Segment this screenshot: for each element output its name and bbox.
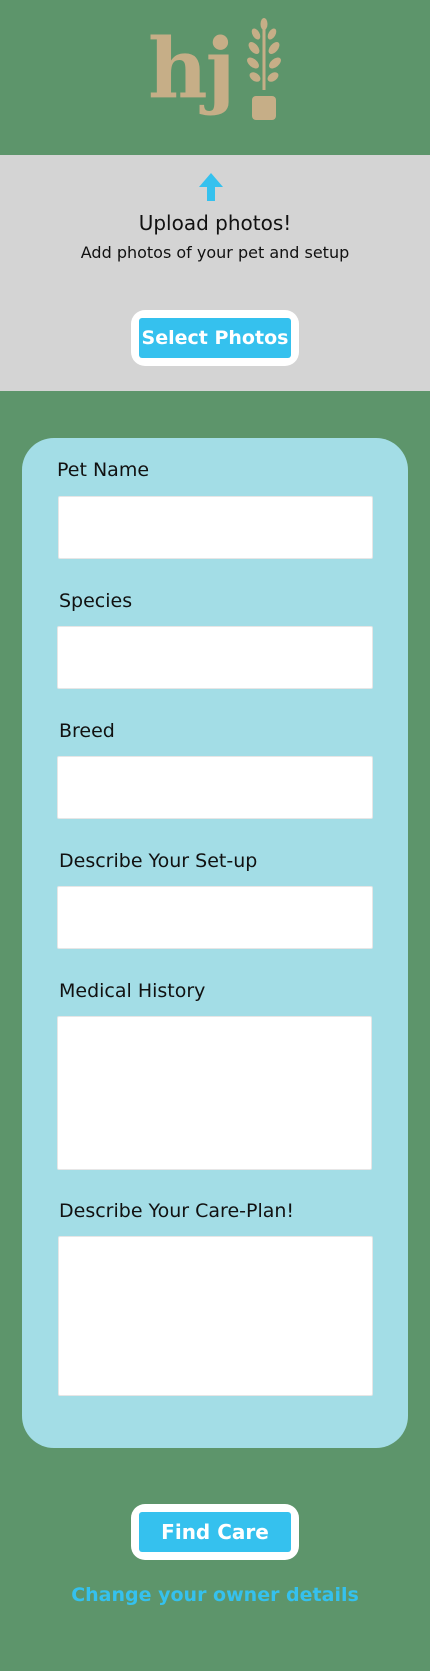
- upload-subtitle: Add photos of your pet and setup: [80, 243, 350, 262]
- change-owner-details-link[interactable]: Change your owner details: [0, 1584, 430, 1606]
- logo-text: hj: [148, 21, 235, 117]
- find-care-button[interactable]: Find Care: [139, 1512, 291, 1552]
- select-photos-button-frame: Select Photos: [131, 310, 299, 366]
- care-plan-label: Describe Your Care-Plan!: [59, 1200, 295, 1222]
- breed-input[interactable]: [57, 756, 373, 819]
- species-label: Species: [59, 590, 133, 612]
- care-plan-textarea[interactable]: [58, 1236, 373, 1396]
- breed-label: Breed: [59, 720, 115, 742]
- plant-logo-icon: [247, 18, 281, 120]
- logo: hj: [148, 14, 283, 124]
- medical-history-label: Medical History: [59, 980, 206, 1002]
- upload-title: Upload photos!: [138, 211, 292, 235]
- header: hj: [0, 0, 430, 155]
- pet-name-input[interactable]: [58, 496, 373, 559]
- pet-details-form: Pet Name Species Breed Describe Your Set…: [22, 438, 408, 1448]
- setup-label: Describe Your Set-up: [59, 850, 258, 872]
- pet-name-label: Pet Name: [57, 459, 150, 481]
- upload-arrow-icon: [199, 173, 223, 201]
- setup-input[interactable]: [57, 886, 373, 949]
- species-input[interactable]: [57, 626, 373, 689]
- select-photos-button[interactable]: Select Photos: [139, 318, 291, 358]
- find-care-button-frame: Find Care: [131, 1504, 299, 1560]
- medical-history-textarea[interactable]: [57, 1016, 372, 1170]
